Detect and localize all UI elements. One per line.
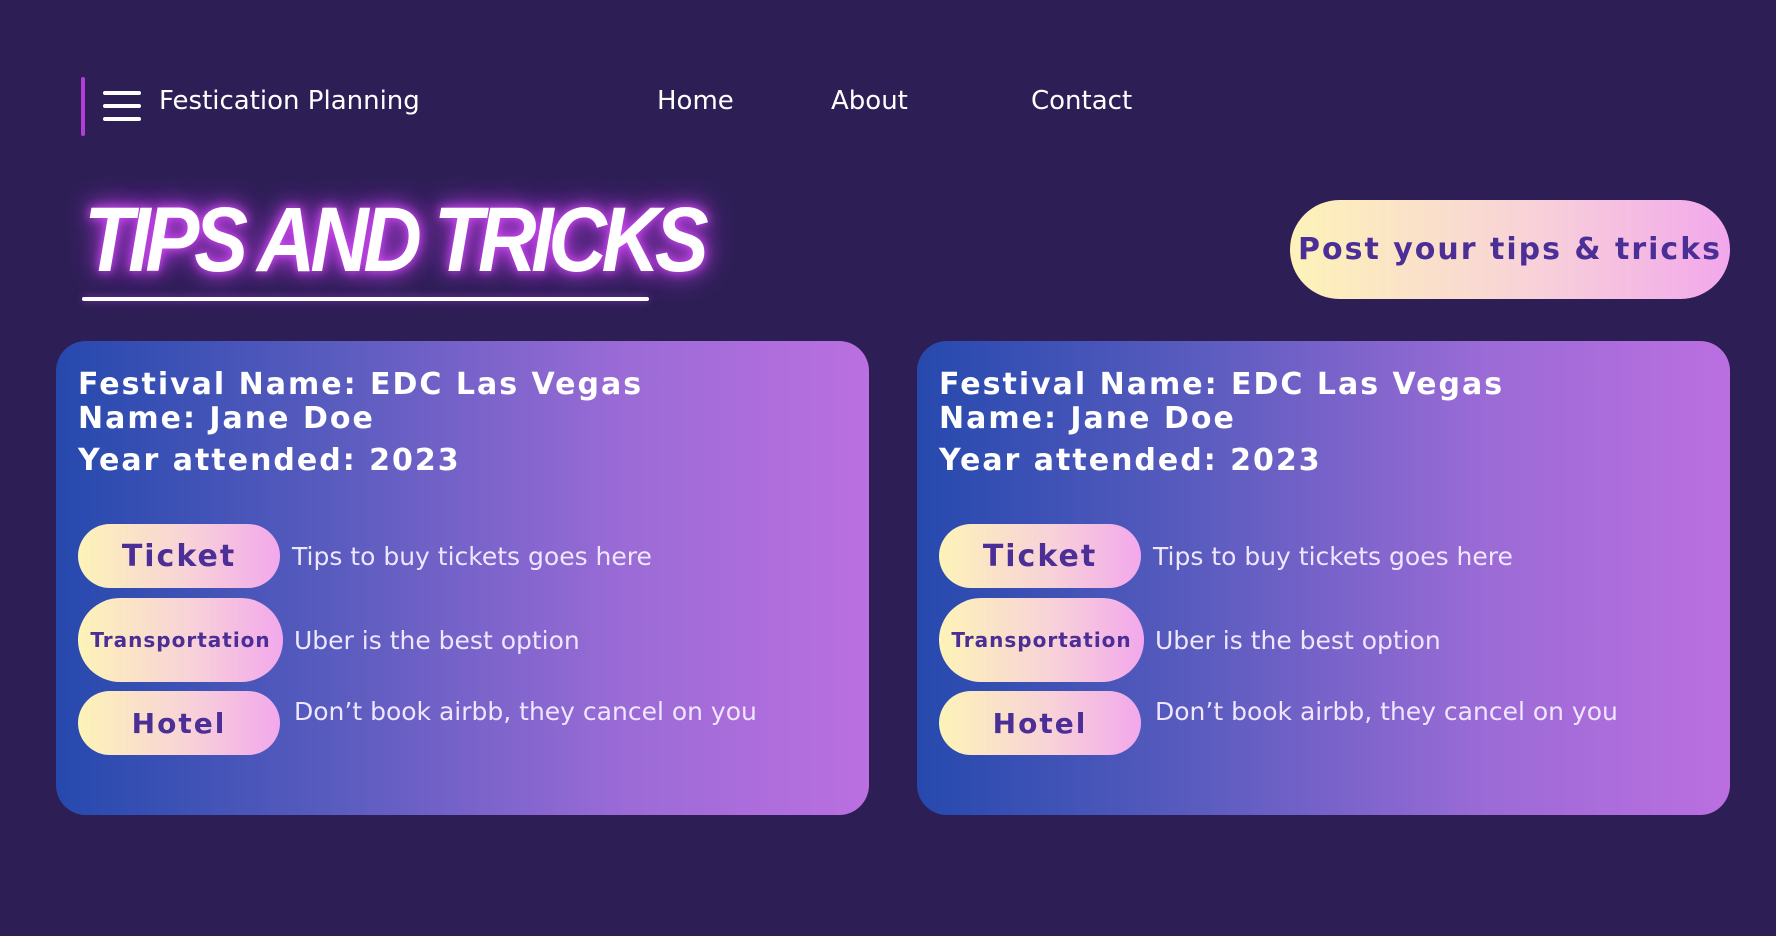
category-pill-ticket[interactable]: Ticket xyxy=(939,524,1141,588)
menu-icon-line xyxy=(103,91,141,95)
title-underline xyxy=(82,297,649,301)
tip-text: Don’t book airbb, they cancel on you xyxy=(1155,696,1618,726)
tip-card: Festival Name: EDC Las Vegas Name: Jane … xyxy=(56,341,869,815)
tip-row-hotel: Hotel Don’t book airbb, they cancel on y… xyxy=(78,691,838,759)
nav-link-contact[interactable]: Contact xyxy=(1031,86,1132,116)
festival-name: Festival Name: EDC Las Vegas xyxy=(78,367,644,402)
tip-row-ticket: Ticket Tips to buy tickets goes here xyxy=(78,524,838,592)
site-header: Festication Planning Home About Contact xyxy=(0,0,1776,150)
header-accent-bar xyxy=(81,77,85,136)
year-attended: Year attended: 2023 xyxy=(939,443,1322,478)
tip-text: Tips to buy tickets goes here xyxy=(1153,541,1513,571)
category-pill-transportation[interactable]: Transportation xyxy=(78,598,283,682)
tip-row-transportation: Transportation Uber is the best option xyxy=(78,598,838,682)
hamburger-menu-icon[interactable] xyxy=(103,91,143,123)
tip-text: Uber is the best option xyxy=(294,625,580,655)
nav-link-home[interactable]: Home xyxy=(657,86,734,116)
brand-name[interactable]: Festication Planning xyxy=(159,86,420,116)
menu-icon-line xyxy=(103,104,141,108)
menu-icon-line xyxy=(103,117,141,121)
festival-name: Festival Name: EDC Las Vegas xyxy=(939,367,1505,402)
tip-text: Don’t book airbb, they cancel on you xyxy=(294,696,757,726)
tip-card: Festival Name: EDC Las Vegas Name: Jane … xyxy=(917,341,1730,815)
category-pill-hotel[interactable]: Hotel xyxy=(78,691,280,755)
tip-text: Uber is the best option xyxy=(1155,625,1441,655)
tip-row-transportation: Transportation Uber is the best option xyxy=(939,598,1699,682)
page-title: TIPS AND TRICKS xyxy=(84,189,709,291)
post-tips-button[interactable]: Post your tips & tricks xyxy=(1290,200,1730,299)
author-name: Name: Jane Doe xyxy=(939,401,1236,436)
tip-row-hotel: Hotel Don’t book airbb, they cancel on y… xyxy=(939,691,1699,759)
category-pill-ticket[interactable]: Ticket xyxy=(78,524,280,588)
tip-row-ticket: Ticket Tips to buy tickets goes here xyxy=(939,524,1699,592)
category-pill-transportation[interactable]: Transportation xyxy=(939,598,1144,682)
author-name: Name: Jane Doe xyxy=(78,401,375,436)
nav-link-about[interactable]: About xyxy=(831,86,908,116)
tip-text: Tips to buy tickets goes here xyxy=(292,541,652,571)
year-attended: Year attended: 2023 xyxy=(78,443,461,478)
category-pill-hotel[interactable]: Hotel xyxy=(939,691,1141,755)
